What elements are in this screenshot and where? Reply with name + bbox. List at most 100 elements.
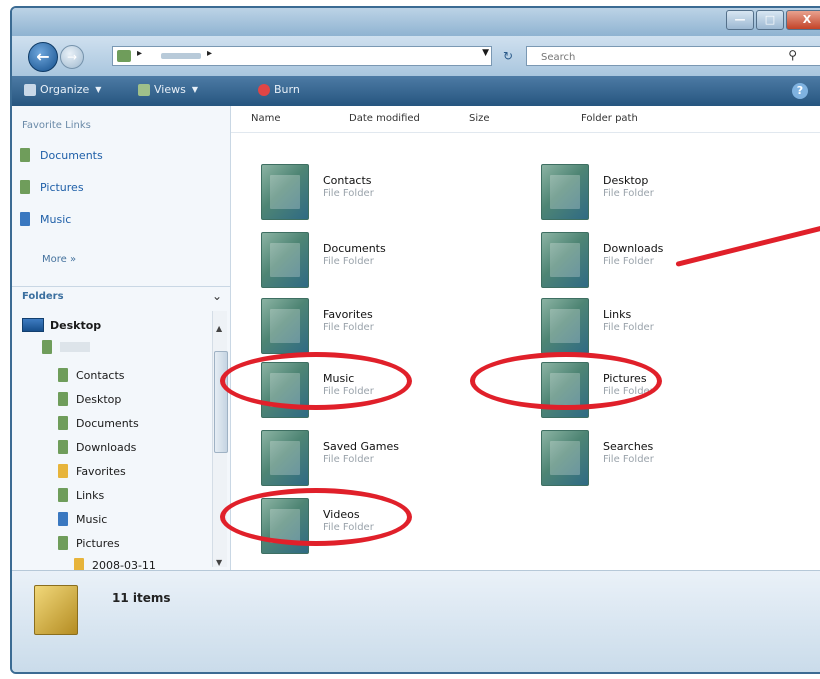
desktop-icon [22,318,44,332]
folder-icon [42,340,52,354]
folder-item-contacts[interactable]: Contacts File Folder [261,164,521,220]
address-bar[interactable]: ▸ ▸ ▼ [112,46,492,66]
breadcrumb-arrow-icon[interactable]: ▸ [137,48,142,59]
pictures-icon [20,180,30,194]
pictures-icon [58,536,68,550]
favorites-folder-icon [261,298,309,354]
favorites-icon [58,464,68,478]
folder-name: Favorites [323,308,373,321]
favorite-link-label: Documents [40,148,103,162]
favorite-links-heading: Favorite Links [22,120,91,131]
folder-type: File Folder [323,322,374,333]
command-bar: Organize ▼ Views ▼ Burn ? [12,76,820,106]
favorite-link-pictures[interactable]: Pictures [20,180,84,194]
favorite-link-documents[interactable]: Documents [20,148,103,162]
desktop-folder-icon [541,164,589,220]
annotation-circle-videos [220,488,412,546]
search-input[interactable] [539,48,783,66]
folder-item-documents[interactable]: Documents File Folder [261,232,521,288]
saved-games-folder-icon [261,430,309,486]
title-bar[interactable]: — □ X [12,8,820,36]
music-icon [58,512,68,526]
folder-icon [34,585,78,635]
contacts-folder-icon [261,164,309,220]
views-button[interactable]: Views ▼ [138,83,198,96]
views-label: Views [154,83,186,96]
details-pane: 11 items [12,570,820,672]
organize-label: Organize [40,83,90,96]
tree-item-user-folder[interactable] [42,340,90,354]
folders-header[interactable]: Folders ⌄ [12,286,230,309]
close-button[interactable]: X [786,10,820,30]
tree-item-documents[interactable]: Documents [58,416,139,430]
tree-item-favorites[interactable]: Favorites [58,464,126,478]
navigation-pane: Favorite Links Documents Pictures Music … [12,106,231,572]
tree-item-contacts[interactable]: Contacts [58,368,125,382]
tree-label: Pictures [76,536,120,550]
links-folder-icon [541,298,589,354]
searches-folder-icon [541,430,589,486]
column-header-size[interactable]: Size [469,106,490,132]
annotation-circle-music [220,352,412,410]
maximize-button[interactable]: □ [756,10,784,30]
folder-item-links[interactable]: Links File Folder [541,298,801,354]
column-header-name[interactable]: Name [251,106,281,132]
scroll-up-icon[interactable]: ▲ [216,324,222,333]
tree-label: Downloads [76,440,137,454]
folder-item-favorites[interactable]: Favorites File Folder [261,298,521,354]
folder-type: File Folder [603,454,654,465]
refresh-icon[interactable]: ↻ [496,46,520,66]
minimize-button[interactable]: — [726,10,754,30]
more-link[interactable]: More » [42,254,76,265]
annotation-circle-pictures [470,352,662,410]
tree-label: Favorites [76,464,126,478]
organize-icon [24,83,36,96]
folder-item-searches[interactable]: Searches File Folder [541,430,801,486]
chevron-down-icon[interactable]: ▼ [482,48,489,58]
help-icon[interactable]: ? [792,83,808,99]
tree-label: Documents [76,416,139,430]
desktop-folder-icon [58,392,68,406]
favorite-link-label: Music [40,212,72,226]
back-button[interactable]: ← [28,42,58,72]
column-header-date-modified[interactable]: Date modified [349,106,420,132]
folder-icon [117,50,131,62]
tree-item-desktop[interactable]: Desktop [58,392,121,406]
forward-button[interactable]: → [60,45,84,69]
tree-label: Desktop [76,392,122,406]
search-icon[interactable]: ⚲ [788,48,797,62]
tree-item-links[interactable]: Links [58,488,104,502]
burn-button[interactable]: Burn [258,83,300,96]
address-row: ← → ▸ ▸ ▼ ↻ ⚲ [12,36,820,76]
folder-name: Downloads [603,242,664,255]
window-controls: — □ X [724,10,820,30]
folder-type: File Folder [323,188,374,199]
chevron-down-icon[interactable]: ⌄ [212,289,222,303]
column-header-folder-path[interactable]: Folder path [581,106,638,132]
tree-label: Contacts [76,368,125,382]
search-box: ⚲ [526,46,820,66]
tree-item-music[interactable]: Music [58,512,107,526]
folder-name: Searches [603,440,654,453]
contacts-icon [58,368,68,382]
documents-icon [20,148,30,162]
downloads-icon [58,440,68,454]
folder-item-desktop[interactable]: Desktop File Folder [541,164,801,220]
header-divider [231,132,820,133]
nav-scrollbar-thumb[interactable] [214,351,228,453]
breadcrumb-arrow-icon[interactable]: ▸ [207,48,212,59]
folder-item-saved-games[interactable]: Saved Games File Folder [261,430,521,486]
burn-icon [258,83,270,96]
tree-item-pictures[interactable]: Pictures [58,536,120,550]
favorite-link-music[interactable]: Music [20,212,71,226]
links-icon [58,488,68,502]
folder-type: File Folder [603,322,654,333]
organize-button[interactable]: Organize ▼ [24,83,101,96]
tree-item-downloads[interactable]: Downloads [58,440,136,454]
tree-item-desktop-root[interactable]: Desktop [22,318,101,332]
views-icon [138,83,150,96]
breadcrumb-user-folder[interactable] [161,53,201,59]
tree-label: Desktop [50,318,102,332]
scroll-down-icon[interactable]: ▼ [216,558,222,567]
folder-name: Desktop [603,174,649,187]
